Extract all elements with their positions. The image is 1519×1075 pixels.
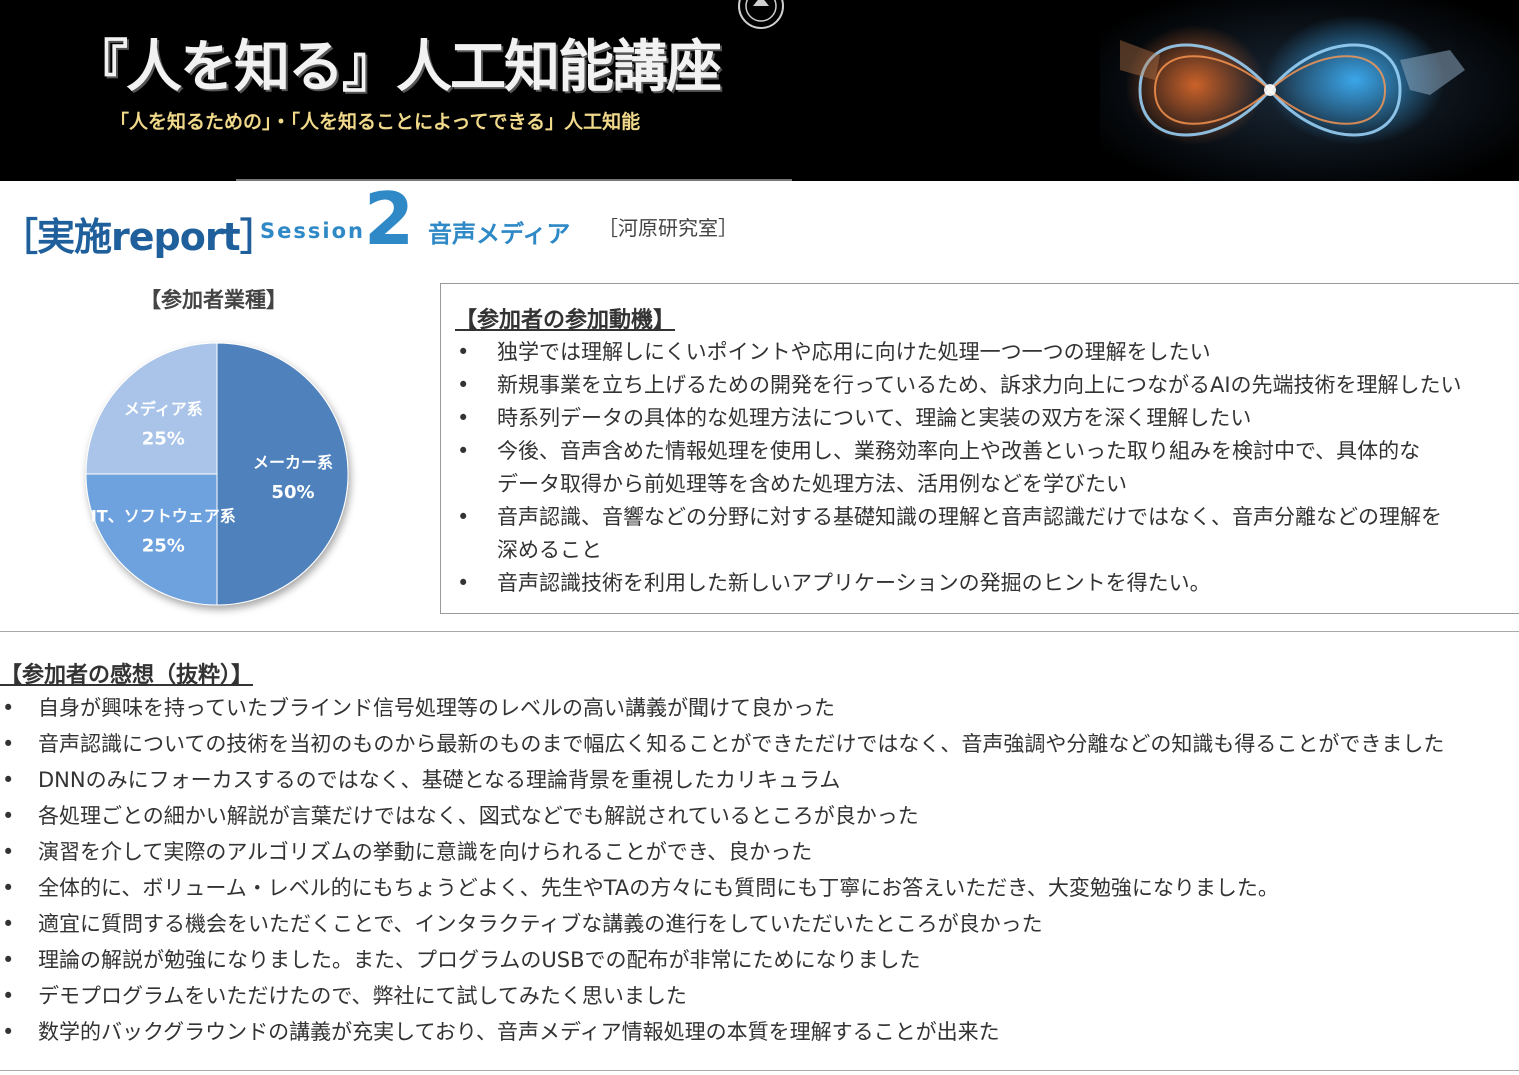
motives-title: 【参加者の参加動機】 [455, 308, 676, 333]
motive-item: • 時系列データの具体的な処理方法について、理論と実装の双方を深く理解したい [455, 402, 1462, 435]
impression-item: • デモプログラムをいただけたので、弊社にて試してみたく思いました [0, 978, 1444, 1014]
infinity-hologram-illustration [1100, 0, 1519, 181]
bullet-icon: • [457, 406, 470, 430]
banner-underline [236, 179, 792, 181]
motive-item: • 音声認識技術を利用した新しいアプリケーションの発掘のヒントを得たい。 [455, 567, 1462, 600]
impression-item-text: DNNのみにフォーカスするのではなく、基礎となる理論背景を重視したカリキュラム [38, 768, 841, 792]
bullet-icon: • [2, 1020, 15, 1044]
bullet-icon: • [2, 732, 15, 756]
bullet-icon: • [457, 505, 470, 529]
motive-item-text: データ取得から前処理等を含めた処理方法、活用例などを学びたい [497, 472, 1127, 496]
bottom-divider [0, 1070, 1519, 1071]
bullet-icon: • [2, 768, 15, 792]
pie-slice [216, 342, 349, 606]
banner-subtitle: 「人を知るための」・「人を知ることによってできる」人工知能 [110, 111, 641, 133]
impression-item: • 理論の解説が勉強になりました。また、プログラムのUSBでの配布が非常にためにな… [0, 942, 1444, 978]
motive-item-text: 深めること [497, 538, 602, 562]
bullet-icon: • [457, 571, 470, 595]
banner-title: 『人を知る』人工知能講座 [72, 34, 722, 100]
bullet-icon: • [457, 373, 470, 397]
bullet-icon: • [2, 696, 15, 720]
industry-pie-chart: メーカー系 50% IT、ソフトウェア系 25% メディア系 25% [85, 342, 349, 606]
impression-item-text: 演習を介して実際のアルゴリズムの挙動に意識を向けられることができ、良かった [38, 840, 813, 864]
header-banner: 『人を知る』人工知能講座 「人を知るための」・「人を知ることによってできる」人工… [0, 0, 1519, 181]
pie-slice-label: メーカー系 [253, 453, 333, 472]
impression-item: • 各処理ごとの細かい解説が言葉だけではなく、図式などでも解説されているところが良… [0, 798, 1444, 834]
bullet-icon: • [2, 948, 15, 972]
impression-item-text: 全体的に、ボリューム・レベル的にもちょうどよく、先生やTAの方々にも質問にも丁寧… [38, 876, 1279, 900]
pie-slice-value: 25% [142, 428, 185, 449]
bullet-icon: • [457, 439, 470, 463]
chart-title: 【参加者業種】 [140, 288, 287, 312]
impression-item-text: 理論の解説が勉強になりました。また、プログラムのUSBでの配布が非常にためになり… [38, 948, 921, 972]
session-number: 2 [364, 177, 415, 261]
impression-item: • 演習を介して実際のアルゴリズムの挙動に意識を向けられることができ、良かった [0, 834, 1444, 870]
impressions-list: • 自身が興味を持っていたブラインド信号処理等のレベルの高い講義が聞けて良かった •… [0, 690, 1444, 1050]
motives-panel: 【参加者の参加動機】 • 独学では理解しにくいポイントや応用に向けた処理一つ一つの… [440, 283, 1519, 614]
impression-item-text: 各処理ごとの細かい解説が言葉だけではなく、図式などでも解説されているところが良か… [38, 804, 919, 828]
impression-item-text: 音声認識についての技術を当初のものから最新のものまで幅広く知ることができただけで… [38, 732, 1445, 756]
motive-item-text: 今後、音声含めた情報処理を使用し、業務効率向上や改善といった取り組みを検討中で、… [497, 439, 1421, 463]
report-label: ［実施report］ [0, 215, 278, 259]
motive-item: • 新規事業を立ち上げるための開発を行っているため、訴求力向上につながるAIの先端… [455, 369, 1462, 402]
motive-item-text: 新規事業を立ち上げるための開発を行っているため、訴求力向上につながるAIの先端技… [497, 373, 1462, 397]
session-topic: 音声メディア [428, 220, 571, 248]
bullet-icon: • [2, 876, 15, 900]
motive-item: • 今後、音声含めた情報処理を使用し、業務効率向上や改善といった取り組みを検討中で… [455, 435, 1462, 501]
bullet-icon: • [2, 840, 15, 864]
university-seal-icon [738, 0, 784, 29]
bullet-icon: • [2, 804, 15, 828]
motive-item: • 独学では理解しにくいポイントや応用に向けた処理一つ一つの理解をしたい [455, 336, 1462, 369]
lab-name: ［河原研究室］ [598, 216, 738, 240]
impression-item-text: 数学的バックグラウンドの講義が充実しており、音声メディア情報処理の本質を理解する… [38, 1020, 1000, 1044]
motive-item: • 音声認識、音響などの分野に対する基礎知識の理解と音声認識だけではなく、音声分離… [455, 501, 1462, 567]
pie-slice-value: 50% [271, 482, 314, 503]
impressions-title: 【参加者の感想（抜粋）】 [0, 663, 254, 688]
bullet-icon: • [2, 984, 15, 1008]
bullet-icon: • [457, 340, 470, 364]
impression-item-text: 自身が興味を持っていたブラインド信号処理等のレベルの高い講義が聞けて良かった [38, 696, 835, 720]
motive-item-text: 音声認識、音響などの分野に対する基礎知識の理解と音声認識だけではなく、音声分離な… [497, 505, 1442, 529]
impression-item: • 数学的バックグラウンドの講義が充実しており、音声メディア情報処理の本質を理解す… [0, 1014, 1444, 1050]
motive-item-text: 時系列データの具体的な処理方法について、理論と実装の双方を深く理解したい [497, 406, 1252, 430]
impression-item: • 音声認識についての技術を当初のものから最新のものまで幅広く知ることができただけ… [0, 726, 1444, 762]
impression-item: • 自身が興味を持っていたブラインド信号処理等のレベルの高い講義が聞けて良かった [0, 690, 1444, 726]
section-divider [0, 631, 1519, 632]
bullet-icon: • [2, 912, 15, 936]
pie-slice-label: メディア系 [124, 399, 203, 418]
session-word: Session [260, 219, 365, 243]
impression-item: • 適宜に質問する機会をいただくことで、インタラクティブな講義の進行をしていただい… [0, 906, 1444, 942]
impression-item: • 全体的に、ボリューム・レベル的にもちょうどよく、先生やTAの方々にも質問にも丁… [0, 870, 1444, 906]
impression-item-text: デモプログラムをいただけたので、弊社にて試してみたく思いました [38, 984, 687, 1008]
pie-slice-value: 25% [142, 536, 185, 557]
motive-item-text: 独学では理解しにくいポイントや応用に向けた処理一つ一つの理解をしたい [497, 340, 1211, 364]
impression-item: • DNNのみにフォーカスするのではなく、基礎となる理論背景を重視したカリキュラム [0, 762, 1444, 798]
impression-item-text: 適宜に質問する機会をいただくことで、インタラクティブな講義の進行をしていただいた… [38, 912, 1043, 936]
pie-slice-label: IT、ソフトウェア系 [91, 507, 236, 526]
motive-item-text: 音声認識技術を利用した新しいアプリケーションの発掘のヒントを得たい。 [497, 571, 1211, 595]
motives-list: • 独学では理解しにくいポイントや応用に向けた処理一つ一つの理解をしたい • 新規事業… [455, 336, 1462, 600]
